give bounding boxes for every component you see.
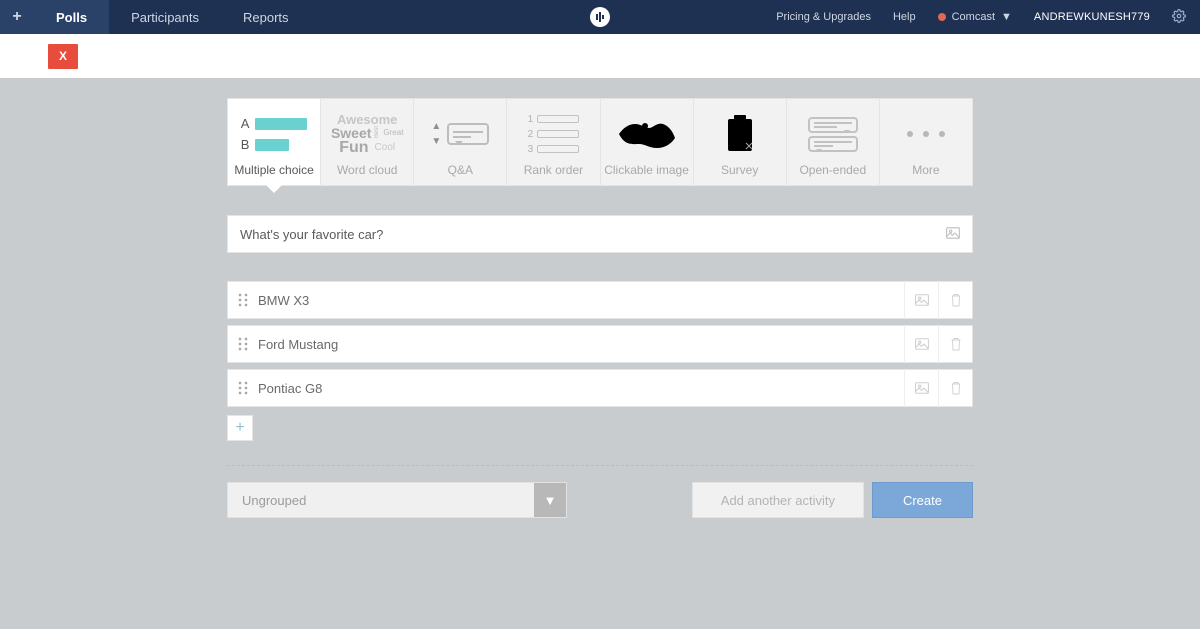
- nav-pricing[interactable]: Pricing & Upgrades: [776, 11, 871, 23]
- poll-builder: A B Multiple choice Awesome SweetBestGre…: [227, 98, 973, 518]
- type-tab-qa[interactable]: ▲▼ Q&A: [414, 98, 507, 186]
- type-tab-label: Clickable image: [604, 163, 689, 177]
- option-row: [227, 325, 973, 363]
- nav-tab-polls[interactable]: Polls: [34, 0, 109, 34]
- top-navbar: + Polls Participants Reports Pricing & U…: [0, 0, 1200, 34]
- option-input[interactable]: [258, 381, 904, 396]
- option-row: [227, 369, 973, 407]
- survey-icon: [694, 99, 786, 163]
- question-input[interactable]: [240, 227, 946, 242]
- group-select[interactable]: Ungrouped ▼: [227, 482, 567, 518]
- option-image-icon[interactable]: [904, 369, 938, 407]
- drag-handle-icon[interactable]: [228, 381, 258, 395]
- chevron-down-icon: ▼: [534, 483, 566, 517]
- option-delete-icon[interactable]: [938, 281, 972, 319]
- type-tab-label: Survey: [721, 163, 758, 177]
- option-delete-icon[interactable]: [938, 325, 972, 363]
- group-select-value: Ungrouped: [242, 493, 306, 508]
- type-tab-label: Multiple choice: [234, 163, 313, 177]
- divider: [227, 465, 973, 466]
- add-option-button[interactable]: +: [227, 415, 253, 441]
- nav-tab-reports[interactable]: Reports: [221, 0, 311, 34]
- question-row: [227, 215, 973, 253]
- close-button[interactable]: X: [48, 44, 78, 69]
- drag-handle-icon[interactable]: [228, 337, 258, 351]
- type-tab-label: Open-ended: [799, 163, 866, 177]
- qa-icon: ▲▼: [414, 99, 506, 163]
- option-delete-icon[interactable]: [938, 369, 972, 407]
- type-tab-open-ended[interactable]: Open-ended: [787, 98, 880, 186]
- type-tab-label: Word cloud: [337, 163, 397, 177]
- builder-footer: Ungrouped ▼ Add another activity Create: [227, 482, 973, 518]
- status-label: Comcast: [952, 11, 995, 23]
- more-icon: [880, 99, 972, 163]
- nav-help[interactable]: Help: [893, 11, 916, 23]
- type-tab-more[interactable]: More: [880, 98, 973, 186]
- drag-handle-icon[interactable]: [228, 293, 258, 307]
- nav-tab-participants[interactable]: Participants: [109, 0, 221, 34]
- logo[interactable]: [590, 7, 610, 27]
- option-image-icon[interactable]: [904, 281, 938, 319]
- type-tab-rank-order[interactable]: 1 2 3 Rank order: [507, 98, 600, 186]
- rank-order-icon: 1 2 3: [507, 99, 599, 163]
- nav-tabs: + Polls Participants Reports: [0, 0, 311, 34]
- status-dot-icon: [938, 13, 946, 21]
- username-link[interactable]: ANDREWKUNESH779: [1034, 11, 1150, 23]
- nav-right: Pricing & Upgrades Help Comcast ▼ ANDREW…: [776, 9, 1200, 26]
- logo-icon: [590, 7, 610, 27]
- secondary-bar: X: [0, 34, 1200, 78]
- type-tab-label: Q&A: [448, 163, 473, 177]
- clickable-image-icon: [601, 99, 693, 163]
- option-input[interactable]: [258, 337, 904, 352]
- type-tab-clickable-image[interactable]: Clickable image: [601, 98, 694, 186]
- type-tab-word-cloud[interactable]: Awesome SweetBestGreat FunCool Word clou…: [321, 98, 414, 186]
- status-dropdown[interactable]: Comcast ▼: [938, 11, 1012, 23]
- word-cloud-icon: Awesome SweetBestGreat FunCool: [321, 99, 413, 163]
- add-activity-button[interactable]: Add another activity: [692, 482, 864, 518]
- option-row: [227, 281, 973, 319]
- multiple-choice-icon: A B: [228, 99, 320, 163]
- type-tab-survey[interactable]: Survey: [694, 98, 787, 186]
- option-input[interactable]: [258, 293, 904, 308]
- create-button[interactable]: Create: [872, 482, 973, 518]
- option-image-icon[interactable]: [904, 325, 938, 363]
- open-ended-icon: [787, 99, 879, 163]
- type-tab-label: More: [912, 163, 939, 177]
- activity-type-tabs: A B Multiple choice Awesome SweetBestGre…: [227, 98, 973, 186]
- image-icon[interactable]: [946, 226, 960, 242]
- new-button[interactable]: +: [0, 0, 34, 34]
- builder-canvas: A B Multiple choice Awesome SweetBestGre…: [0, 78, 1200, 518]
- type-tab-label: Rank order: [524, 163, 583, 177]
- gear-icon[interactable]: [1172, 9, 1186, 26]
- type-tab-multiple-choice[interactable]: A B Multiple choice: [227, 98, 321, 186]
- chevron-down-icon: ▼: [1001, 11, 1012, 23]
- options-list: [227, 281, 973, 407]
